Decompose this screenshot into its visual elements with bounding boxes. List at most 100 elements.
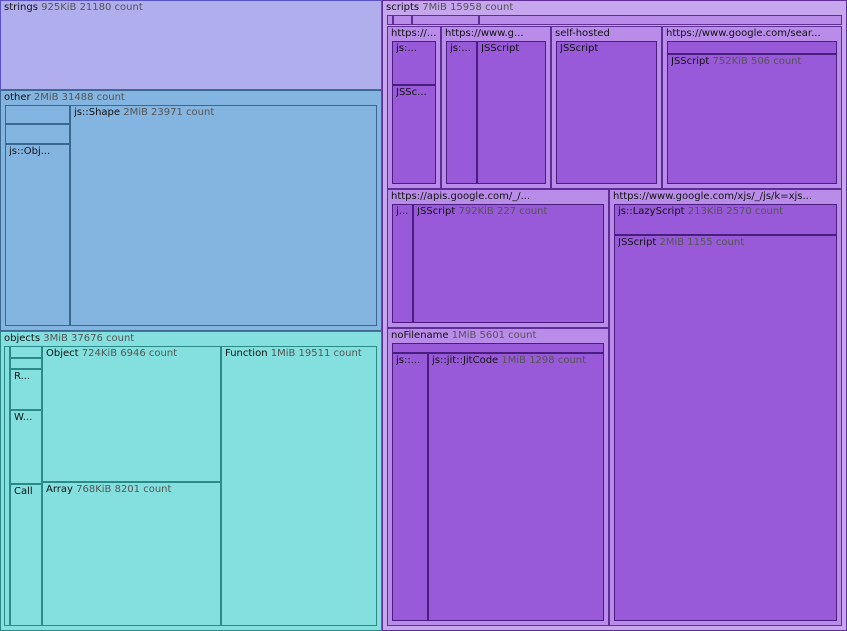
node-name: js:...	[396, 43, 417, 54]
treemap-node-sc-wwwg-jsscript[interactable]: JSScript	[477, 41, 546, 184]
treemap-node-obj-s1[interactable]	[10, 346, 42, 358]
treemap-node-sc-nof-top[interactable]	[392, 343, 604, 353]
treemap-node-obj-w[interactable]: W...	[10, 410, 42, 484]
node-name: https://www.g...	[445, 28, 524, 39]
node-label: js::Shape 2MiB 23971 count	[74, 107, 374, 119]
treemap-node-sc-t2[interactable]	[393, 15, 412, 25]
node-label: Object 724KiB 6946 count	[46, 348, 218, 360]
node-label: JSScript	[560, 43, 654, 55]
node-label: js::LazyScript 213KiB 2570 count	[618, 206, 834, 218]
treemap-node-sc-googlesear-jsscript[interactable]: JSScript 752KiB 506 count	[667, 54, 837, 184]
node-name: other	[4, 92, 31, 103]
node-size-count: 1MiB 1298 count	[501, 355, 587, 366]
node-label: https://www.g...	[445, 28, 548, 40]
node-label: js::jit::JitCode 1MiB 1298 count	[432, 355, 601, 367]
node-name: Array	[46, 484, 73, 495]
node-label: noFilename 1MiB 5601 count	[391, 330, 606, 342]
treemap-node-sc-xjs-lazy[interactable]: js::LazyScript 213KiB 2570 count	[614, 204, 837, 235]
node-name: https://...	[391, 28, 437, 39]
node-size-count: 213KiB 2570 count	[687, 206, 784, 217]
node-label: js::...	[396, 355, 425, 367]
node-size-count: 2MiB 23971 count	[123, 107, 215, 118]
node-label: W...	[14, 412, 39, 424]
node-label: JSSc...	[396, 87, 433, 99]
node-size-count: 1MiB 19511 count	[270, 348, 362, 359]
node-name: js::Shape	[74, 107, 121, 118]
treemap-node-sc-t3[interactable]	[412, 15, 479, 25]
treemap-node-obj-r[interactable]: R...	[10, 369, 42, 410]
node-size-count: 3MiB 37676 count	[43, 333, 135, 344]
treemap-node-obj-call[interactable]: Call	[10, 484, 42, 626]
node-label: R...	[14, 371, 39, 383]
node-name: https://www.google.com/sear...	[666, 28, 821, 39]
treemap-node-sc-apis-jsscript[interactable]: JSScript 792KiB 227 count	[413, 204, 604, 323]
node-size-count: 1MiB 5601 count	[451, 330, 537, 341]
treemap-node-obj-object[interactable]: Object 724KiB 6946 count	[42, 346, 221, 482]
treemap-node-obj-s2[interactable]	[10, 358, 42, 369]
node-name: strings	[4, 2, 38, 13]
node-name: https://www.google.com/xjs/_/js/k=xjs...	[613, 191, 813, 202]
node-label: Call	[14, 486, 39, 498]
node-size-count: 925KiB 21180 count	[41, 2, 143, 13]
memory-treemap: strings 925KiB 21180 count other 2MiB 314…	[0, 0, 847, 631]
node-name: Function	[225, 348, 268, 359]
node-size-count: 792KiB 227 count	[458, 206, 548, 217]
node-name: JSScript	[560, 43, 599, 54]
node-name: JSScript	[671, 56, 710, 67]
treemap-node-sc-googlesear-top[interactable]	[667, 41, 837, 54]
node-label: js:...	[450, 43, 474, 55]
node-size-count: 7MiB 15958 count	[422, 2, 514, 13]
node-name: Call	[14, 486, 33, 497]
node-name: W...	[14, 412, 33, 423]
node-name: R...	[14, 371, 31, 382]
treemap-node-sc-xjs-jsscript[interactable]: JSScript 2MiB 1155 count	[614, 235, 837, 621]
node-name: noFilename	[391, 330, 449, 341]
treemap-node-sc-t4[interactable]	[479, 15, 842, 25]
node-name: Object	[46, 348, 79, 359]
node-name: JSScript	[481, 43, 520, 54]
treemap-node-other-a[interactable]	[5, 105, 70, 124]
node-name: js::...	[396, 355, 421, 366]
node-size-count: 752KiB 506 count	[712, 56, 802, 67]
treemap-node-sc-selfhosted-jsscript[interactable]: JSScript	[556, 41, 657, 184]
node-name: j...	[396, 206, 409, 217]
treemap-node-sc-https1-jssc[interactable]: JSSc...	[392, 85, 436, 184]
node-label: https://...	[391, 28, 438, 40]
node-name: js::Obj...	[9, 146, 51, 157]
treemap-node-other-shape[interactable]: js::Shape 2MiB 23971 count	[70, 105, 377, 326]
node-label: j...	[396, 206, 410, 218]
treemap-node-obj-array[interactable]: Array 768KiB 8201 count	[42, 482, 221, 626]
node-label: https://www.google.com/xjs/_/js/k=xjs...	[613, 191, 839, 203]
node-label: other 2MiB 31488 count	[4, 92, 379, 104]
node-label: JSScript 792KiB 227 count	[417, 206, 601, 218]
node-label: JSScript 2MiB 1155 count	[618, 237, 834, 249]
node-label: https://apis.google.com/_/...	[391, 191, 606, 203]
node-label: Array 768KiB 8201 count	[46, 484, 218, 496]
node-name: js::LazyScript	[618, 206, 685, 217]
node-label: scripts 7MiB 15958 count	[386, 2, 844, 14]
treemap-node-sc-apis-j[interactable]: j...	[392, 204, 413, 323]
node-label: js:...	[396, 43, 433, 55]
node-name: JSScript	[417, 206, 456, 217]
treemap-node-obj-function[interactable]: Function 1MiB 19511 count	[221, 346, 377, 626]
node-name: scripts	[386, 2, 420, 13]
treemap-node-sc-https1-js[interactable]: js:...	[392, 41, 436, 85]
node-label: objects 3MiB 37676 count	[4, 333, 379, 345]
treemap-node-other-jsobj[interactable]: js::Obj...	[5, 144, 70, 326]
node-name: JSSc...	[396, 87, 427, 98]
node-size-count: 768KiB 8201 count	[76, 484, 172, 495]
treemap-node-other-b[interactable]	[5, 124, 70, 144]
node-name: js::jit::JitCode	[432, 355, 499, 366]
node-label: self-hosted	[555, 28, 659, 40]
treemap-node-sc-nof-js[interactable]: js::...	[392, 353, 428, 621]
node-label: JSScript	[481, 43, 543, 55]
treemap-node-sc-wwwg-js[interactable]: js:...	[446, 41, 477, 184]
treemap-node-sc-nof-jit[interactable]: js::jit::JitCode 1MiB 1298 count	[428, 353, 604, 621]
treemap-node-strings[interactable]: strings 925KiB 21180 count	[0, 0, 382, 90]
node-size-count: 2MiB 31488 count	[33, 92, 125, 103]
node-label: JSScript 752KiB 506 count	[671, 56, 834, 68]
node-name: self-hosted	[555, 28, 610, 39]
node-size-count: 2MiB 1155 count	[659, 237, 745, 248]
node-name: js:...	[450, 43, 471, 54]
node-label: strings 925KiB 21180 count	[4, 2, 379, 14]
